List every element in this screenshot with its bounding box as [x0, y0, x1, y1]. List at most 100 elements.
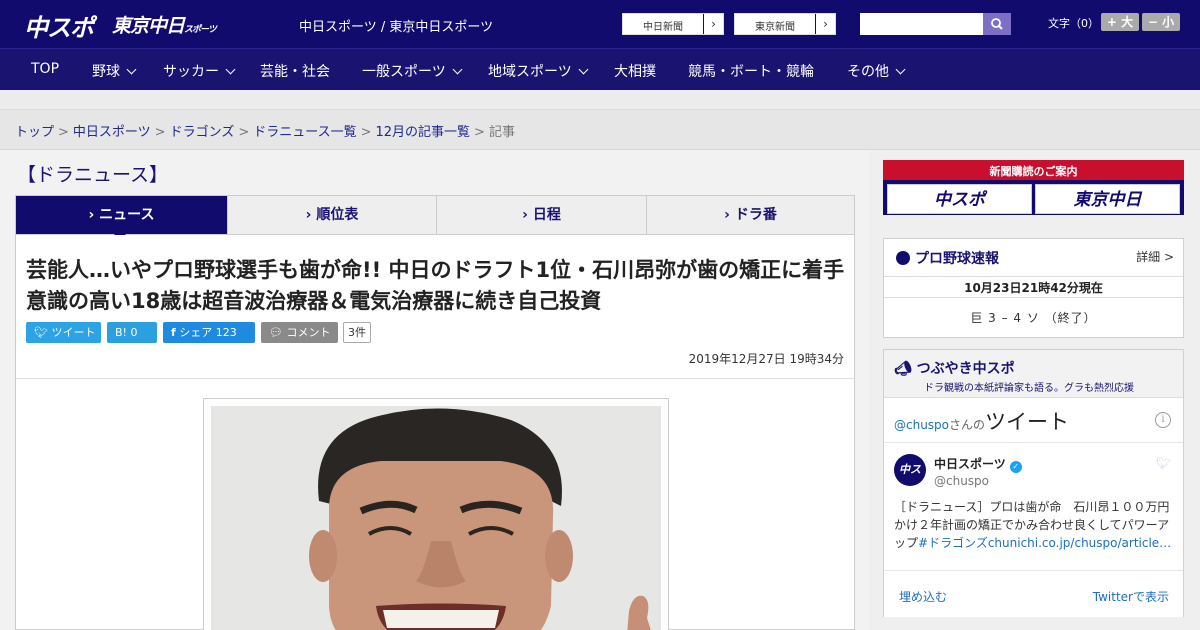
breadcrumb-link[interactable]: ドラゴンズ [170, 125, 235, 140]
nav-label: その他 [847, 64, 889, 80]
breadcrumb-separator: > [154, 125, 166, 140]
baseball-title: プロ野球速報 [896, 248, 999, 268]
search-input[interactable] [860, 13, 983, 35]
font-smaller-button[interactable]: − 小 [1142, 13, 1180, 31]
nav-item-top[interactable]: TOP [31, 61, 59, 77]
breadcrumb-separator: > [58, 125, 69, 140]
tweet-account[interactable]: @chuspo [934, 474, 989, 488]
chunichi-shimbun-label: 中日新聞 [643, 22, 683, 33]
chunichi-sports-logo[interactable]: 中スポ [24, 8, 94, 43]
subscribe-chuspo-button[interactable]: 中スポ [887, 184, 1032, 214]
tokyo-shimbun-link[interactable]: 東京新聞 › [734, 13, 836, 35]
view-on-twitter-link[interactable]: Twitterで表示 [1093, 588, 1169, 605]
chevron-down-icon [225, 64, 236, 75]
nav-label: 大相撲 [614, 64, 656, 80]
subscription-title: 新聞購読のご案内 [883, 163, 1184, 180]
breadcrumb-separator: > [474, 125, 485, 140]
timeline-handle[interactable]: @chuspo [894, 418, 949, 432]
tweet-link[interactable]: #ドラゴンズchunichi.co.jp/chuspo/article… [918, 536, 1171, 550]
tweet-button[interactable]: 🐦︎ ツイート [26, 322, 101, 343]
tweet-author-name: 中日スポーツ [934, 457, 1006, 471]
tab-news[interactable]: › ニュース [16, 196, 227, 234]
twitter-widget: 📣︎ つぶやき中スポ ドラ観戦の本紙評論家も語る。グラも熱烈応援 @chuspo… [883, 349, 1184, 617]
nav-item-entertainment[interactable]: 芸能・社会 [260, 61, 330, 81]
facebook-share-button[interactable]: f シェア 123 [163, 322, 255, 343]
breadcrumb-bar: トップ > 中日スポーツ > ドラゴンズ > ドラニュース一覧 >12月の記事一覧 > 記事 [0, 110, 1200, 150]
tokyo-shimbun-label: 東京新聞 [755, 22, 795, 33]
baseball-scoreboard: プロ野球速報 詳細 > 10月23日21時42分現在 巨 3 – 4 ソ （終了… [883, 238, 1184, 338]
nav-label: 野球 [92, 64, 120, 80]
article: 芸能人…いやプロ野球選手も歯が命!! 中日のドラフト1位・石川昂弥が歯の矯正に着… [15, 235, 855, 630]
article-date: 2019年12月27日 19時34分 [688, 352, 844, 366]
nav-label: TOP [31, 61, 60, 77]
subscription-banner: 新聞購読のご案内 中スポ 東京中日 [883, 160, 1184, 215]
search-button[interactable] [983, 13, 1011, 35]
comment-label: コメント [286, 326, 331, 339]
nav-label: サッカー [163, 64, 219, 80]
tab-label: ドラ番 [734, 207, 777, 223]
nav-label: 地域スポーツ [488, 64, 572, 80]
divider [16, 378, 854, 379]
nav-label: 芸能・社会 [260, 64, 330, 80]
main-nav: TOP 野球 サッカー 芸能・社会 一般スポーツ 地域スポーツ 大相撲 競馬・ボ… [0, 48, 1200, 90]
nav-item-soccer[interactable]: サッカー [163, 61, 236, 81]
nav-label: 競馬・ボート・競輪 [688, 64, 814, 80]
font-larger-button[interactable]: + 大 [1101, 13, 1139, 31]
baseball-updated-time: 10月23日21時42分現在 [884, 276, 1183, 298]
tweets-title-text: つぶやき中スポ [916, 361, 1015, 377]
tokyo-chunichi-logo-text: 東京中日 [112, 15, 185, 37]
divider [884, 442, 1183, 443]
twitter-icon: 🐦︎ [34, 326, 48, 339]
facebook-icon: f [171, 326, 176, 339]
chunichi-shimbun-link[interactable]: 中日新聞 › [622, 13, 724, 35]
baseball-score[interactable]: 巨 3 – 4 ソ （終了） [884, 309, 1183, 326]
twitter-bird-icon[interactable]: 🐦︎ [1156, 456, 1171, 470]
tab-label: ニュース [99, 207, 155, 223]
tab-label: 順位表 [316, 207, 359, 223]
breadcrumb-separator: > [238, 125, 250, 140]
tweet-author[interactable]: 中日スポーツ ✓ [934, 455, 1022, 473]
tweets-subtitle: ドラ観戦の本紙評論家も語る。グラも熱烈応援 [924, 383, 1134, 394]
verified-icon: ✓ [1009, 461, 1022, 473]
hatena-bookmark-button[interactable]: B! 0 [107, 322, 157, 343]
timeline-handle-suffix: さんの [949, 418, 986, 432]
nav-item-sumo[interactable]: 大相撲 [614, 61, 656, 81]
chevron-down-icon [895, 64, 906, 75]
breadcrumb-link[interactable]: ドラニュース一覧 [253, 125, 356, 140]
nav-label: 一般スポーツ [362, 64, 446, 80]
chevron-down-icon [452, 64, 463, 75]
nav-item-general-sports[interactable]: 一般スポーツ [362, 61, 463, 81]
nav-item-baseball[interactable]: 野球 [92, 61, 137, 81]
breadcrumb-link[interactable]: 12月の記事一覧 [376, 125, 471, 140]
nav-item-racing[interactable]: 競馬・ボート・競輪 [688, 61, 814, 81]
tweets-title: 📣︎ つぶやき中スポ [894, 358, 1015, 378]
comment-button[interactable]: 💬︎ コメント [261, 322, 338, 343]
article-photo[interactable] [211, 406, 661, 630]
chevron-down-icon [578, 64, 589, 75]
info-icon[interactable]: i [1155, 412, 1171, 428]
font-size-label: 文字（0） [1048, 17, 1099, 30]
breadcrumb: トップ > 中日スポーツ > ドラゴンズ > ドラニュース一覧 >12月の記事一覧 > 記事 [15, 121, 515, 140]
avatar[interactable]: 中ス [894, 454, 926, 486]
facebook-share-label: シェア 123 [179, 326, 237, 339]
breadcrumb-separator: > [360, 125, 372, 140]
subscribe-tokyo-chunichi-button[interactable]: 東京中日 [1035, 184, 1180, 214]
baseball-details-link[interactable]: 詳細 > [1136, 248, 1174, 265]
baseball-icon [896, 251, 910, 265]
top-header: 中スポ 東京中日スポーツ 中日スポーツ / 東京中日スポーツ 中日新聞 › 東京… [0, 0, 1200, 48]
tab-standings[interactable]: › 順位表 [227, 196, 436, 234]
search-icon [991, 18, 1003, 30]
breadcrumb-link[interactable]: 中日スポーツ [73, 125, 151, 140]
tokyo-chunichi-logo-sub: スポーツ [184, 25, 217, 35]
nav-item-other[interactable]: その他 [847, 61, 906, 81]
tab-schedule[interactable]: › 日程 [436, 196, 646, 234]
comment-count-badge[interactable]: 3件 [343, 322, 371, 343]
tokyo-chunichi-logo[interactable]: 東京中日スポーツ [112, 11, 217, 38]
article-headline: 芸能人…いやプロ野球選手も歯が命!! 中日のドラフト1位・石川昂弥が歯の矯正に着… [26, 258, 845, 313]
site-links[interactable]: 中日スポーツ / 東京中日スポーツ [299, 16, 493, 35]
tweet-timeline: @chuspoさんのツイート i 中ス 中日スポーツ ✓ @chuspo 🐦︎ ［… [884, 397, 1183, 617]
nav-item-local-sports[interactable]: 地域スポーツ [488, 61, 589, 81]
tab-reporter[interactable]: › ドラ番 [646, 196, 854, 234]
breadcrumb-link[interactable]: トップ [15, 125, 54, 140]
embed-link[interactable]: 埋め込む [899, 588, 947, 605]
